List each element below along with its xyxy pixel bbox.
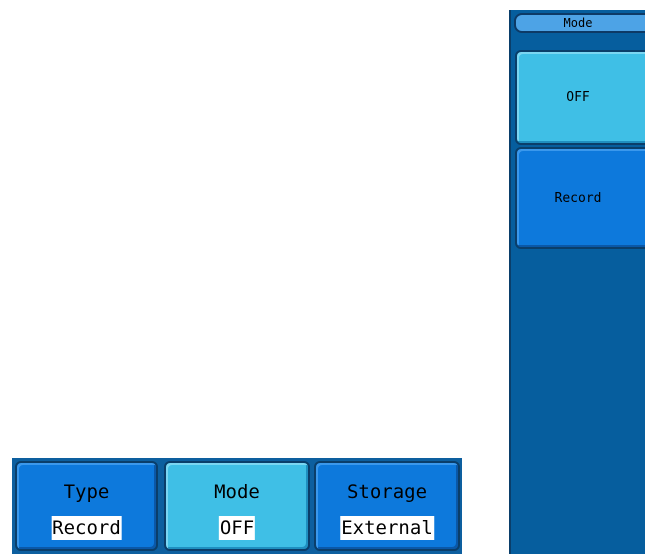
storage-softkey-value: External xyxy=(340,516,434,540)
mode-softkey-title: Mode xyxy=(214,481,260,503)
mode-option-record-button[interactable]: Record xyxy=(515,147,645,249)
type-softkey-title: Type xyxy=(63,481,110,503)
mode-option-off-label: OFF xyxy=(566,90,590,105)
mode-softkey[interactable]: Mode OFF xyxy=(164,461,310,551)
storage-softkey-title: Storage xyxy=(346,481,428,503)
softkey-bar: Type Record Mode OFF Storage External xyxy=(12,458,462,554)
type-softkey-value: Record xyxy=(51,516,122,540)
side-menu-header: Mode xyxy=(514,13,645,33)
mode-option-record-label: Record xyxy=(554,190,602,206)
mode-option-off-button[interactable]: OFF xyxy=(515,50,645,145)
storage-softkey[interactable]: Storage External xyxy=(314,461,460,551)
type-softkey[interactable]: Type Record xyxy=(15,461,158,551)
mode-side-menu: Mode OFF Record xyxy=(509,10,645,554)
mode-softkey-value: OFF xyxy=(218,516,256,540)
